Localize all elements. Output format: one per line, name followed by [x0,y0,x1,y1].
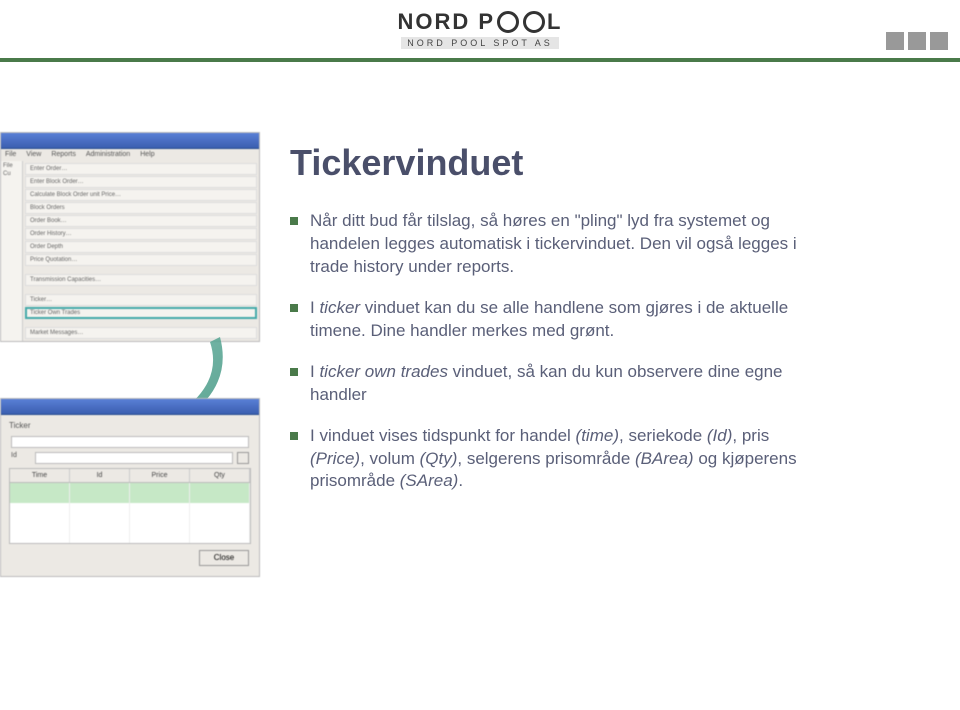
mock-menu-item: Help [140,151,154,159]
mock-menu-item: View [26,151,41,159]
mock-list-separator [25,267,257,273]
mock-list-item: Market Messages… [25,327,257,339]
mock-ticker-body: Ticker Id Time Id Price Qty [1,415,259,576]
bullet-text: I ticker own trades vinduet, så kan du k… [310,361,810,407]
mock-list-item: Order Book… [25,215,257,227]
content: File View Reports Administration Help Fi… [0,62,960,597]
mock-menu-item: Administration [86,151,130,159]
mock-body: File Cu Enter Order… Enter Block Order… … [1,161,259,341]
mock-th: Id [70,469,130,482]
mock-table-row [10,513,250,523]
decorative-squares [886,32,948,50]
mock-menu-window: File View Reports Administration Help Fi… [0,132,260,342]
bullet-text: I vinduet vises tidspunkt for handel (ti… [310,425,810,494]
mock-list-separator [25,287,257,293]
mock-th: Time [10,469,70,482]
logo-text-left: NORD [398,9,471,35]
mock-table-row [10,503,250,513]
mock-table-header: Time Id Price Qty [10,469,250,483]
mock-label: Id [11,452,31,464]
mock-list-separator [25,320,257,326]
mock-side-label: Cu [3,171,20,177]
slide-title: Tickervinduet [290,142,920,184]
mock-list-item: Enter Order… [25,163,257,175]
bullet-item: I ticker own trades vinduet, så kan du k… [290,361,810,407]
mock-section-label: Ticker [5,419,255,432]
mock-th: Qty [190,469,250,482]
bullet-text: I ticker vinduet kan du se alle handlene… [310,297,810,343]
mock-menu-item: Reports [51,151,76,159]
logo-ring-icon [497,11,519,33]
mock-th: Price [130,469,190,482]
mock-list-item: Calculate Block Order unit Price… [25,189,257,201]
bullet-item: I vinduet vises tidspunkt for handel (ti… [290,425,810,494]
mock-titlebar [1,399,259,415]
mock-table-row [10,523,250,533]
mock-input-field [11,436,249,448]
mock-table-row [10,533,250,543]
mock-table-row-own [10,483,250,493]
mock-list-item: Ticker… [25,294,257,306]
logo-text-right: PL [478,9,562,35]
mock-ticker-window: Ticker Id Time Id Price Qty [0,398,260,577]
mock-menubar: File View Reports Administration Help [1,149,259,161]
logo-main: NORD PL [398,9,563,35]
logo-subtitle: NORD POOL SPOT AS [401,37,559,49]
mock-side-label: File [3,163,20,169]
mock-list-item: Order Depth [25,241,257,253]
mock-side-column: File Cu [1,161,23,341]
text-column: Tickervinduet Når ditt bud får tilslag, … [290,132,920,493]
mock-table-body [10,483,250,543]
mock-list-item: Price Quotation… [25,254,257,266]
mock-list-item: Enter Block Order… [25,176,257,188]
mock-list-item: Block Orders [25,202,257,214]
mock-list-item-highlighted: Ticker Own Trades [25,307,257,319]
header: NORD PL NORD POOL SPOT AS [0,0,960,62]
logo: NORD PL NORD POOL SPOT AS [398,9,563,49]
bullet-list: Når ditt bud får tilslag, så høres en "p… [290,210,810,493]
mock-list-item: Order History… [25,228,257,240]
mock-field-row: Id [5,452,255,464]
logo-ring-icon [523,11,545,33]
mock-list: Enter Order… Enter Block Order… Calculat… [23,161,259,341]
screenshot-column: File View Reports Administration Help Fi… [0,132,260,577]
mock-close-button: Close [199,550,249,566]
mock-input-field [35,452,233,464]
mock-table-row-own [10,493,250,503]
mock-table: Time Id Price Qty [9,468,251,544]
bullet-text: Når ditt bud får tilslag, så høres en "p… [310,210,810,279]
mock-dropdown-icon [237,452,249,464]
mock-titlebar [1,133,259,149]
mock-menu-item: File [5,151,16,159]
bullet-item: Når ditt bud får tilslag, så høres en "p… [290,210,810,279]
mock-list-item: Transmission Capacities… [25,274,257,286]
bullet-item: I ticker vinduet kan du se alle handlene… [290,297,810,343]
